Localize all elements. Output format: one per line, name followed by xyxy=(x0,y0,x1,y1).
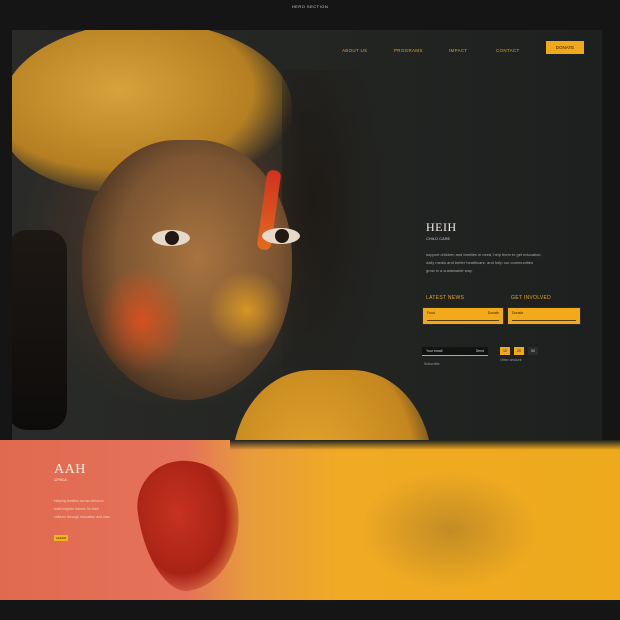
panel-body-line-1: support children and families in need, h… xyxy=(426,252,542,257)
nav-item-about[interactable]: ABOUT US xyxy=(342,48,367,53)
band-body-line-3: children through education and care. xyxy=(54,515,111,519)
amount-chip-50[interactable]: 50 xyxy=(528,347,538,355)
hero-photo xyxy=(12,30,602,600)
band-title: AAH xyxy=(54,462,86,477)
email-send-button[interactable]: Send xyxy=(476,349,484,353)
nav-item-impact[interactable]: IMPACT xyxy=(449,48,467,53)
subscribe-note: Subscribe xyxy=(424,362,440,366)
amount-chip-25[interactable]: 25 xyxy=(514,347,524,355)
nav-item-programs[interactable]: PROGRAMS xyxy=(394,48,423,53)
fund-card-progress xyxy=(427,320,499,321)
fund-card[interactable]: Fund Donate xyxy=(422,307,504,325)
donate-button[interactable]: DONATE xyxy=(546,41,584,54)
amount-chip-10[interactable]: 10 xyxy=(500,347,510,355)
photo-paint-cheek-left xyxy=(97,265,187,375)
donate-card-progress xyxy=(512,320,576,321)
panel-subtitle: CHILD CARE xyxy=(426,236,451,241)
photo-paint-cheek-right xyxy=(207,270,287,350)
band-map-texture xyxy=(360,470,540,590)
learn-more-button[interactable]: LEARN xyxy=(54,535,68,541)
band-grass-edge xyxy=(230,440,620,450)
fund-card-action: Donate xyxy=(487,311,499,315)
photo-eye-right xyxy=(262,228,300,244)
latest-news-label: LATEST NEWS xyxy=(426,295,465,301)
panel-body-line-2: daily meals and better healthcare, and h… xyxy=(426,260,533,265)
email-field[interactable]: Your email Send xyxy=(422,347,488,356)
fund-card-label: Fund xyxy=(427,311,435,315)
get-involved-label: GET INVOLVED xyxy=(511,295,552,301)
email-field-placeholder: Your email xyxy=(426,349,443,353)
band-body-line-1: Helping families across Africa to xyxy=(54,499,104,503)
panel-title: HEIH xyxy=(426,220,457,234)
photo-hair-left xyxy=(12,230,67,430)
panel-body-line-3: grow in a sustainable way. xyxy=(426,268,473,273)
donate-card[interactable]: Donate xyxy=(507,307,581,325)
band-subtitle: AFRICA xyxy=(54,478,67,482)
photo-eye-left xyxy=(152,230,190,246)
nav-item-contact[interactable]: CONTACT xyxy=(496,48,520,53)
donate-card-label: Donate xyxy=(512,311,524,315)
other-amount-note: Other amount xyxy=(500,358,522,362)
band-body-line-2: build brighter futures for their xyxy=(54,507,99,511)
screenshot-caption: HERO SECTION xyxy=(291,4,329,9)
